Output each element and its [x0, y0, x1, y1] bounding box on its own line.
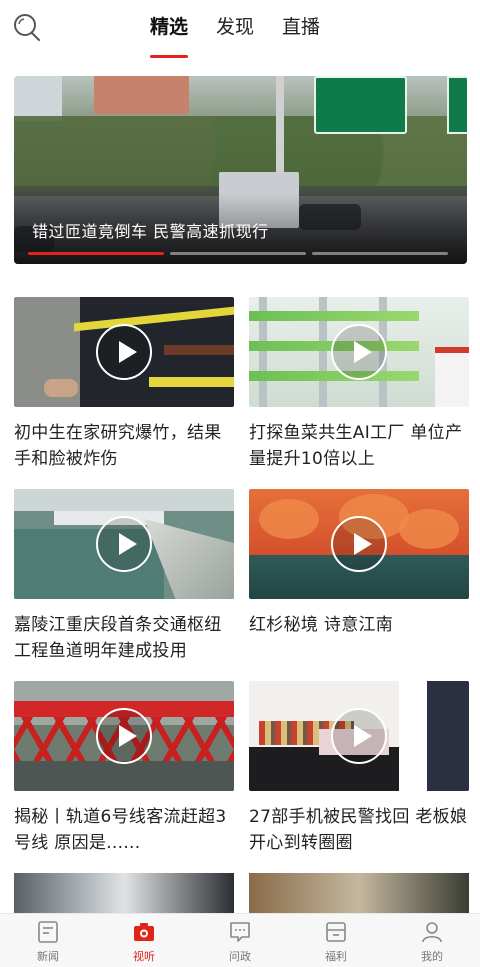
- channel-tabs: 精选 发现 直播: [150, 14, 320, 58]
- play-icon[interactable]: [96, 708, 152, 764]
- video-thumbnail: [14, 489, 234, 599]
- thumb-detail: [164, 345, 234, 355]
- video-title: 初中生在家研究爆竹，结果手和脸被炸伤: [14, 423, 222, 469]
- news-icon: [38, 921, 58, 943]
- video-card[interactable]: 初中生在家研究爆竹，结果手和脸被炸伤: [14, 297, 234, 472]
- video-card-partial[interactable]: [249, 873, 469, 913]
- thumb-detail: [435, 347, 469, 407]
- play-icon[interactable]: [96, 324, 152, 380]
- nav-label: 视听: [133, 950, 155, 963]
- hero-pager-dot[interactable]: [312, 252, 448, 255]
- video-title: 嘉陵江重庆段首条交通枢纽工程鱼道明年建成投用: [14, 615, 222, 661]
- nav-label: 我的: [421, 950, 443, 963]
- video-thumbnail: [249, 681, 469, 791]
- nav-label: 新闻: [37, 950, 59, 963]
- hero-image-pole: [276, 76, 284, 172]
- play-icon[interactable]: [331, 324, 387, 380]
- play-icon[interactable]: [96, 516, 152, 572]
- nav-item-inquiry[interactable]: 问政: [192, 914, 288, 967]
- thumb-detail: [74, 306, 234, 332]
- video-card-partial[interactable]: [14, 873, 234, 913]
- play-icon[interactable]: [331, 708, 387, 764]
- hero-image-road-sign: [447, 76, 467, 134]
- bottom-nav: 新闻 视听 问政 福利 我的: [0, 913, 480, 967]
- nav-item-benefits[interactable]: 福利: [288, 914, 384, 967]
- nav-item-media[interactable]: 视听: [96, 914, 192, 967]
- hero-banner[interactable]: 错过匝道竟倒车 民警高速抓现行: [14, 76, 467, 264]
- hero-image-building: [14, 76, 62, 121]
- video-thumbnail: [249, 489, 469, 599]
- thumb-detail: [249, 311, 419, 321]
- nav-item-news[interactable]: 新闻: [0, 914, 96, 967]
- video-title: 打探鱼菜共生AI工厂 单位产量提升10倍以上: [249, 423, 463, 469]
- video-thumbnail: [14, 681, 234, 791]
- video-card[interactable]: 打探鱼菜共生AI工厂 单位产量提升10倍以上: [249, 297, 469, 472]
- hero-title: 错过匝道竟倒车 民警高速抓现行: [32, 222, 269, 241]
- thumb-detail: [249, 371, 419, 381]
- search-icon[interactable]: [12, 12, 42, 42]
- tab-live[interactable]: 直播: [282, 14, 320, 44]
- top-bar: 精选 发现 直播: [0, 0, 480, 66]
- nav-label: 福利: [325, 950, 347, 963]
- gift-icon: [326, 922, 346, 942]
- hero-pager: [28, 252, 448, 255]
- video-thumbnail: [249, 297, 469, 407]
- thumb-detail: [399, 681, 469, 791]
- video-title: 红杉秘境 诗意江南: [249, 615, 394, 635]
- video-card[interactable]: 红杉秘境 诗意江南: [249, 489, 469, 638]
- thumb-detail: [149, 377, 234, 387]
- thumb-detail: [399, 509, 459, 549]
- video-card[interactable]: 27部手机被民警找回 老板娘开心到转圈圈: [249, 681, 469, 856]
- thumb-detail: [14, 761, 234, 791]
- chat-icon: [230, 922, 250, 942]
- hero-image-building: [94, 76, 189, 114]
- nav-item-profile[interactable]: 我的: [384, 914, 480, 967]
- video-title: 27部手机被民警找回 老板娘开心到转圈圈: [249, 807, 468, 853]
- hero-image-road-sign: [314, 76, 407, 134]
- camera-icon: [134, 923, 154, 941]
- thumb-detail: [259, 499, 319, 539]
- hero-pager-dot[interactable]: [170, 252, 306, 255]
- nav-label: 问政: [229, 950, 251, 963]
- video-card[interactable]: 嘉陵江重庆段首条交通枢纽工程鱼道明年建成投用: [14, 489, 234, 664]
- tab-featured[interactable]: 精选: [150, 14, 189, 58]
- tab-discover[interactable]: 发现: [216, 14, 254, 44]
- video-title: 揭秘丨轨道6号线客流赶超3号线 原因是......: [14, 807, 227, 853]
- hero-pager-dot[interactable]: [28, 252, 164, 255]
- video-card[interactable]: 揭秘丨轨道6号线客流赶超3号线 原因是......: [14, 681, 234, 856]
- video-thumbnail: [14, 297, 234, 407]
- thumb-detail: [44, 379, 78, 397]
- play-icon[interactable]: [331, 516, 387, 572]
- user-icon: [422, 922, 442, 943]
